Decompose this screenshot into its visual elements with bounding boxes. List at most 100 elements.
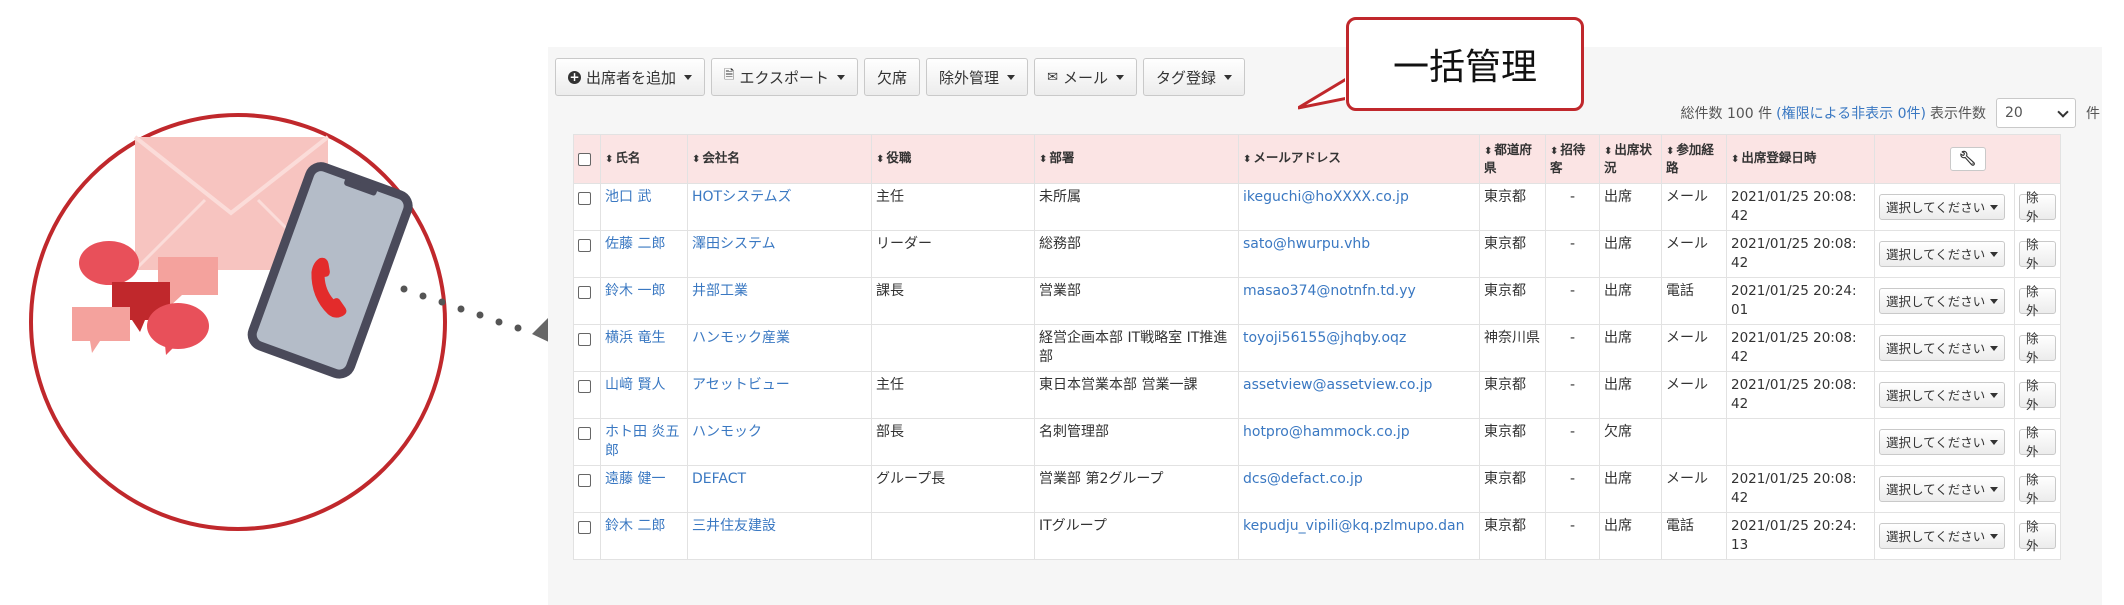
total-count: 総件数 100 件 <box>1680 106 1773 122</box>
email-link[interactable]: ikeguchi@hoXXXX.co.jp <box>1243 189 1409 205</box>
company-link[interactable]: 三井住友建設 <box>692 518 776 534</box>
caret-down-icon <box>1224 74 1232 80</box>
row-checkbox[interactable] <box>578 192 591 205</box>
company-link[interactable]: ハンモック産業 <box>692 330 790 346</box>
route-cell: メール <box>1661 183 1727 231</box>
table-header-row: ⬍ 氏名 ⬍ 会社名 ⬍ 役職 ⬍ 部署 ⬍ メールアドレス ⬍ 都道府県 ⬍ 招待客 ⬍ 出席… <box>573 134 2061 184</box>
column-header[interactable]: ⬍ 都道府県 <box>1479 134 1546 184</box>
column-header[interactable]: ⬍ 役職 <box>871 134 1035 184</box>
route-cell: メール <box>1661 324 1727 372</box>
caret-down-icon <box>1990 533 1999 539</box>
add-attendee-button[interactable]: + 出席者を追加 <box>555 58 706 96</box>
title-cell: リーダー <box>871 230 1035 278</box>
column-header[interactable]: ⬍ 部署 <box>1034 134 1239 184</box>
action-select-button[interactable]: 選択してください <box>1879 382 2006 408</box>
email-link[interactable]: toyoji56155@jhqby.oqz <box>1243 330 1406 346</box>
exclusion-management-button[interactable]: 除外管理 <box>926 58 1029 96</box>
action-select-button[interactable]: 選択してください <box>1879 429 2006 455</box>
row-checkbox[interactable] <box>578 239 591 252</box>
action-select-button[interactable]: 選択してください <box>1879 288 2006 314</box>
prefecture-cell: 東京都 <box>1479 230 1546 278</box>
action-select-button[interactable]: 選択してください <box>1879 241 2006 267</box>
remove-button[interactable]: 除外 <box>2019 472 2056 506</box>
row-checkbox[interactable] <box>578 521 591 534</box>
department-cell: 営業部 第2グループ <box>1034 465 1239 513</box>
status-cell: 欠席 <box>1599 418 1662 466</box>
hidden-count-link[interactable]: (権限による非表示 0件) <box>1776 103 1926 123</box>
column-header[interactable]: ⬍ 会社名 <box>687 134 872 184</box>
mail-button[interactable]: ✉ メール <box>1034 58 1137 96</box>
title-cell: 主任 <box>871 371 1035 419</box>
column-header[interactable]: ⬍ 出席状況 <box>1599 134 1662 184</box>
email-link[interactable]: kepudju_vipili@kq.pzlmupo.dan <box>1243 518 1464 534</box>
row-checkbox[interactable] <box>578 333 591 346</box>
row-checkbox[interactable] <box>578 286 591 299</box>
action-select-button[interactable]: 選択してください <box>1879 476 2006 502</box>
route-cell: メール <box>1661 371 1727 419</box>
row-checkbox[interactable] <box>578 427 591 440</box>
absent-button[interactable]: 欠席 <box>864 58 921 96</box>
column-header[interactable]: ⬍ 氏名 <box>600 134 688 184</box>
attendee-name-link[interactable]: 遠藤 健一 <box>605 471 665 487</box>
registered-at-cell: 2021/01/25 20:08: 42 <box>1726 324 1875 372</box>
action-select-button[interactable]: 選択してください <box>1879 335 2006 361</box>
invite-cell: - <box>1545 465 1600 513</box>
caret-down-icon <box>1990 298 1999 304</box>
attendee-name-link[interactable]: 山﨑 賢人 <box>605 377 665 393</box>
remove-button[interactable]: 除外 <box>2019 378 2056 412</box>
department-cell: ITグループ <box>1034 512 1239 560</box>
email-link[interactable]: dcs@defact.co.jp <box>1243 471 1363 487</box>
department-cell: 東日本営業本部 営業一課 <box>1034 371 1239 419</box>
company-link[interactable]: ハンモック <box>692 424 762 440</box>
remove-button[interactable]: 除外 <box>2019 519 2056 553</box>
select-all-checkbox[interactable] <box>578 152 591 166</box>
company-link[interactable]: HOTシステムズ <box>692 189 792 205</box>
email-link[interactable]: sato@hwurpu.vhb <box>1243 236 1370 252</box>
column-header[interactable]: ⬍ 出席登録日時 <box>1726 134 1875 184</box>
email-link[interactable]: masao374@notnfn.td.yy <box>1243 283 1416 299</box>
company-link[interactable]: アセットビュー <box>692 377 790 393</box>
invite-cell: - <box>1545 371 1600 419</box>
remove-button[interactable]: 除外 <box>2019 237 2056 271</box>
column-header[interactable]: ⬍ メールアドレス <box>1238 134 1480 184</box>
remove-button[interactable]: 除外 <box>2019 190 2056 224</box>
department-cell: 営業部 <box>1034 277 1239 325</box>
row-checkbox[interactable] <box>578 380 591 393</box>
column-header[interactable]: ⬍ 招待客 <box>1545 134 1600 184</box>
title-cell <box>871 324 1035 372</box>
result-summary: 総件数 100 件 (権限による非表示 0件) 表示件数 20 件 <box>1680 96 2100 130</box>
title-cell <box>871 512 1035 560</box>
attendee-name-link[interactable]: 佐藤 二郎 <box>605 236 665 252</box>
bulk-management-callout: 一括管理 <box>1346 17 1584 111</box>
table-row: 横浜 竜生 ハンモック産業 経営企画本部 IT戦略室 IT推進部 toyoji5615… <box>573 324 2061 372</box>
column-header[interactable]: ⬍ 参加経路 <box>1661 134 1727 184</box>
export-button[interactable]: 🗎 エクスポート <box>711 58 859 96</box>
email-link[interactable]: hotpro@hammock.co.jp <box>1243 424 1410 440</box>
per-page-select[interactable]: 20 <box>1996 98 2076 128</box>
company-link[interactable]: 井部工業 <box>692 283 748 299</box>
attendee-name-link[interactable]: 横浜 竜生 <box>605 330 665 346</box>
attendee-name-link[interactable]: 鈴木 一郎 <box>605 283 665 299</box>
title-cell: 主任 <box>871 183 1035 231</box>
action-select-button[interactable]: 選択してください <box>1879 194 2006 220</box>
action-select-button[interactable]: 選択してください <box>1879 523 2006 549</box>
registered-at-cell: 2021/01/25 20:08: 42 <box>1726 230 1875 278</box>
title-cell: グループ長 <box>871 465 1035 513</box>
route-cell: 電話 <box>1661 277 1727 325</box>
row-checkbox[interactable] <box>578 474 591 487</box>
attendee-name-link[interactable]: ホト田 炎五郎 <box>605 424 679 459</box>
attendee-name-link[interactable]: 池口 武 <box>605 189 651 205</box>
attendee-name-link[interactable]: 鈴木 二郎 <box>605 518 665 534</box>
company-link[interactable]: 澤田システム <box>692 236 776 252</box>
remove-button[interactable]: 除外 <box>2019 425 2056 459</box>
status-cell: 出席 <box>1599 183 1662 231</box>
tag-register-button[interactable]: タグ登録 <box>1142 58 1245 96</box>
table-row: 鈴木 二郎 三井住友建設 ITグループ kepudju_vipili@kq.pzlmu… <box>573 512 2061 560</box>
table-row: 遠藤 健一 DEFACT グループ長 営業部 第2グループ dcs@defact.co.… <box>573 465 2061 513</box>
caret-down-icon <box>1990 345 1999 351</box>
email-link[interactable]: assetview@assetview.co.jp <box>1243 377 1432 393</box>
remove-button[interactable]: 除外 <box>2019 331 2056 365</box>
company-link[interactable]: DEFACT <box>692 471 746 487</box>
remove-button[interactable]: 除外 <box>2019 284 2056 318</box>
wrench-icon[interactable]: 🔧︎ <box>1949 147 1986 171</box>
